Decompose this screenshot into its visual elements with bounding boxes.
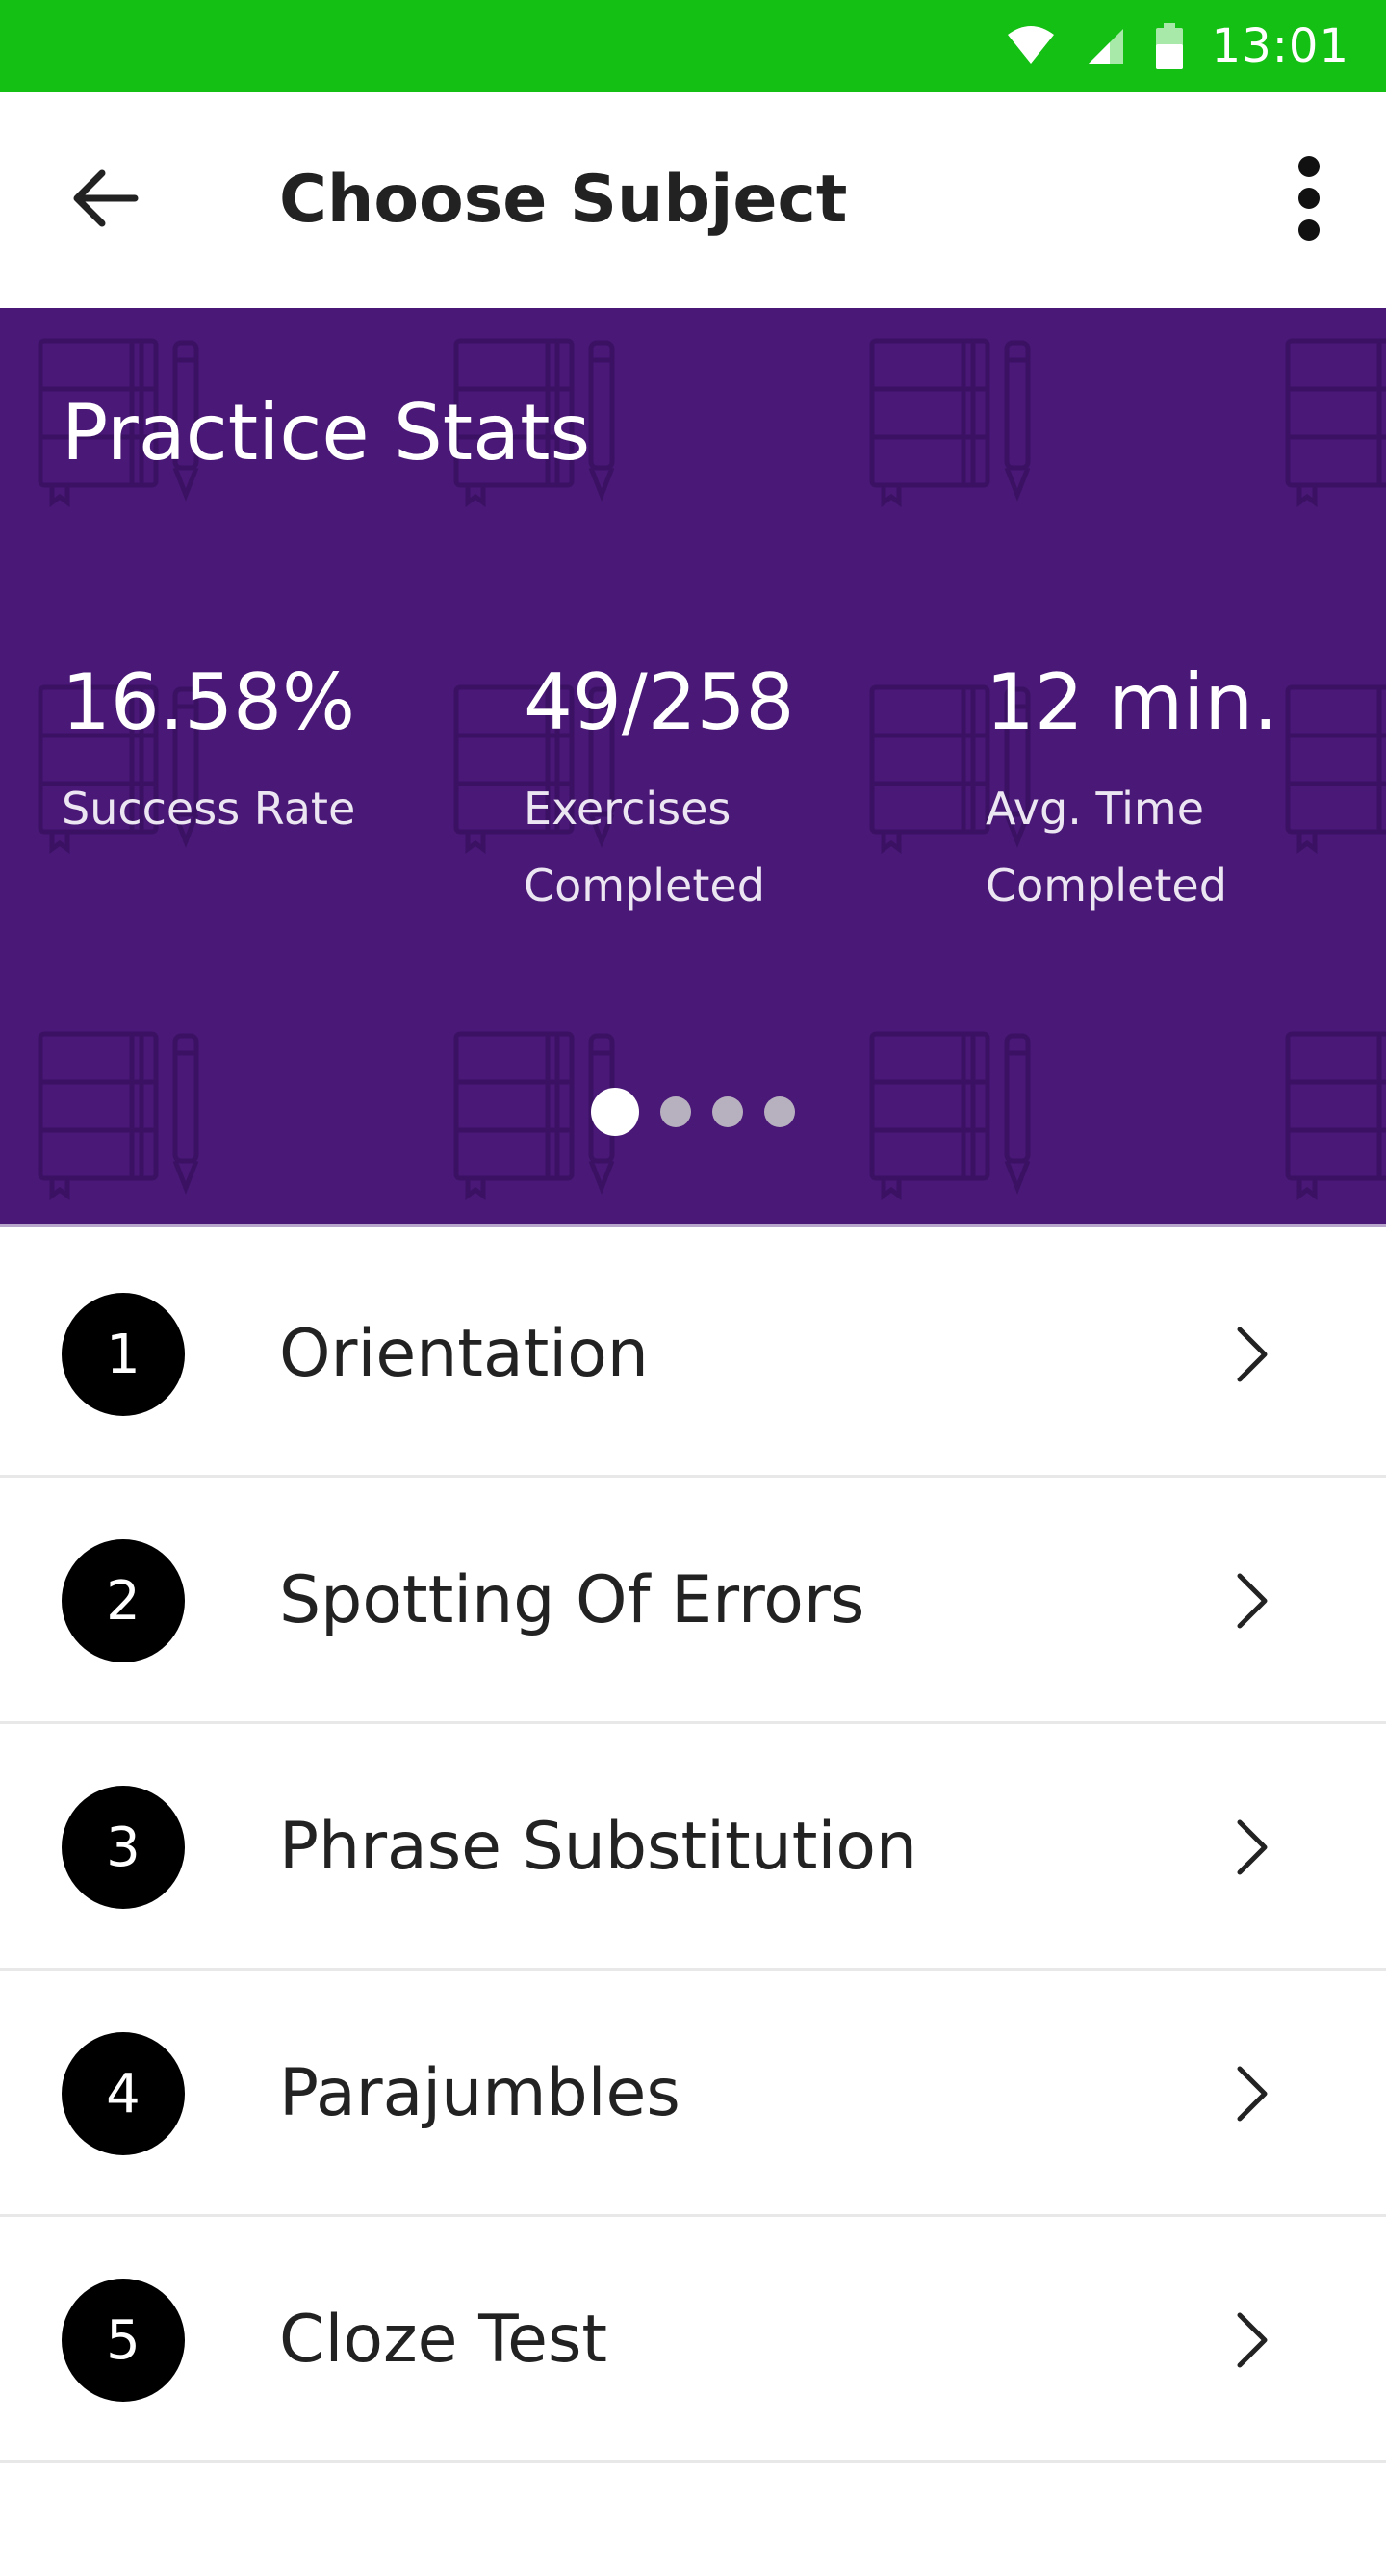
stat-value: 16.58% (62, 657, 356, 747)
more-vertical-icon (1295, 155, 1323, 245)
subject-label: Spotting Of Errors (279, 1562, 865, 1638)
chevron-right-icon (1222, 1818, 1280, 1876)
chevron-right-icon (1222, 2065, 1280, 2123)
pagination-dots[interactable] (0, 1088, 1386, 1136)
subject-label: Parajumbles (279, 2055, 680, 2131)
pagination-dot-1[interactable] (591, 1088, 639, 1136)
subject-label: Phrase Substitution (279, 1809, 918, 1885)
subject-item-phrase-substitution[interactable]: 3 Phrase Substitution (0, 1724, 1386, 1971)
status-bar: 13:01 (0, 0, 1386, 92)
stat-exercises-completed: 49/258 Exercises Completed (524, 655, 889, 924)
stat-label: Exercises Completed (524, 783, 765, 912)
more-options-button[interactable] (1270, 142, 1348, 258)
subject-item-spotting-of-errors[interactable]: 2 Spotting Of Errors (0, 1478, 1386, 1724)
chevron-right-icon (1222, 1572, 1280, 1630)
subject-number-badge: 4 (62, 2032, 185, 2155)
status-time: 13:01 (1211, 19, 1349, 73)
subject-item-parajumbles[interactable]: 4 Parajumbles (0, 1971, 1386, 2217)
arrow-left-icon (73, 169, 139, 231)
chevron-right-icon (1222, 1326, 1280, 1383)
subject-list: 1 Orientation 2 Spotting Of Errors 3 Phr… (0, 1231, 1386, 2463)
subject-item-cloze-test[interactable]: 5 Cloze Test (0, 2217, 1386, 2463)
subject-number-badge: 5 (62, 2279, 185, 2402)
page-title: Choose Subject (279, 162, 848, 238)
stat-success-rate: 16.58% Success Rate (62, 655, 466, 847)
pagination-dot-4[interactable] (764, 1096, 795, 1127)
stat-label: Success Rate (62, 783, 356, 835)
stat-value: 12 min. (986, 657, 1278, 747)
stats-title: Practice Stats (62, 388, 591, 477)
back-button[interactable] (58, 152, 154, 248)
subject-item-orientation[interactable]: 1 Orientation (0, 1231, 1386, 1478)
status-icons: 13:01 (1006, 0, 1349, 92)
subject-number-badge: 2 (62, 1539, 185, 1662)
subject-number-badge: 1 (62, 1293, 185, 1416)
chevron-right-icon (1222, 2311, 1280, 2369)
stat-value: 49/258 (524, 657, 795, 747)
pagination-dot-3[interactable] (712, 1096, 743, 1127)
stat-label: Avg. Time Completed (986, 783, 1227, 912)
practice-stats-panel[interactable]: Practice Stats 16.58% Success Rate 49/25… (0, 308, 1386, 1227)
app-bar: Choose Subject (0, 92, 1386, 308)
wifi-icon (1006, 25, 1056, 67)
subject-number-badge: 3 (62, 1786, 185, 1909)
subject-label: Cloze Test (279, 2302, 608, 2378)
signal-icon (1085, 25, 1127, 67)
battery-icon (1155, 23, 1183, 69)
pagination-dot-2[interactable] (660, 1096, 691, 1127)
stat-avg-time: 12 min. Avg. Time Completed (986, 655, 1351, 924)
subject-label: Orientation (279, 1316, 649, 1392)
